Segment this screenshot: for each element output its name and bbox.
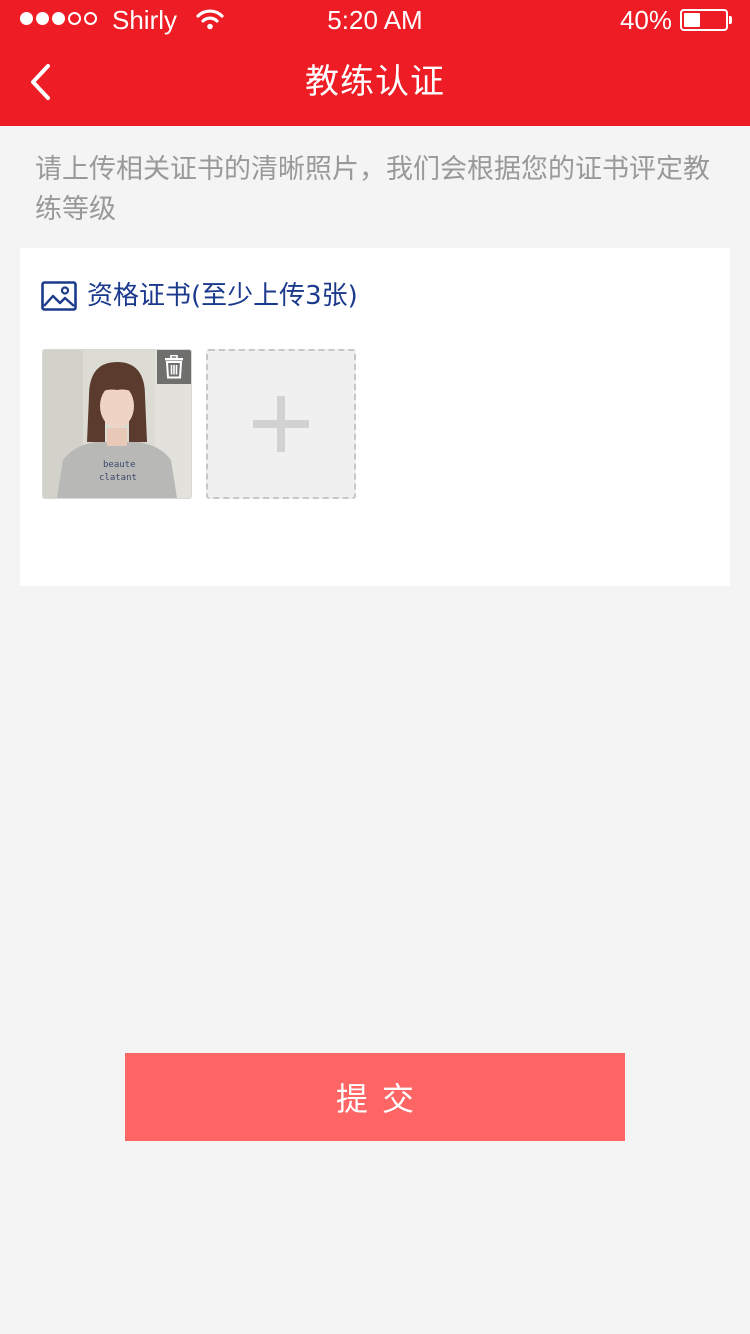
battery-level	[684, 13, 700, 27]
certificate-card: 资格证书(至少上传3张) beaute clatant	[20, 248, 730, 586]
svg-text:beaute: beaute	[103, 460, 136, 470]
add-photo-button[interactable]	[206, 349, 356, 499]
certificate-section-title: 资格证书(至少上传3张)	[41, 278, 358, 314]
delete-photo-button[interactable]	[157, 350, 191, 384]
nav-bar: 教练认证	[0, 40, 750, 126]
image-icon	[41, 281, 77, 311]
battery-percent: 40%	[619, 5, 672, 35]
svg-text:clatant: clatant	[99, 473, 137, 483]
submit-button[interactable]: 提交	[125, 1053, 625, 1141]
header: Shirly 5:20 AM 40% 教练认证	[0, 0, 750, 126]
certificate-title: 资格证书(至少上传3张)	[87, 281, 358, 311]
battery-nub	[729, 16, 732, 24]
plus-icon	[253, 396, 309, 452]
status-bar: Shirly 5:20 AM 40%	[0, 0, 750, 40]
certificate-photo[interactable]: beaute clatant	[42, 349, 192, 499]
upload-hint: 请上传相关证书的清晰照片，我们会根据您的证书评定教练等级	[35, 154, 710, 225]
page-title: 教练认证	[305, 62, 445, 102]
battery-icon	[680, 9, 732, 31]
trash-icon	[165, 355, 183, 379]
